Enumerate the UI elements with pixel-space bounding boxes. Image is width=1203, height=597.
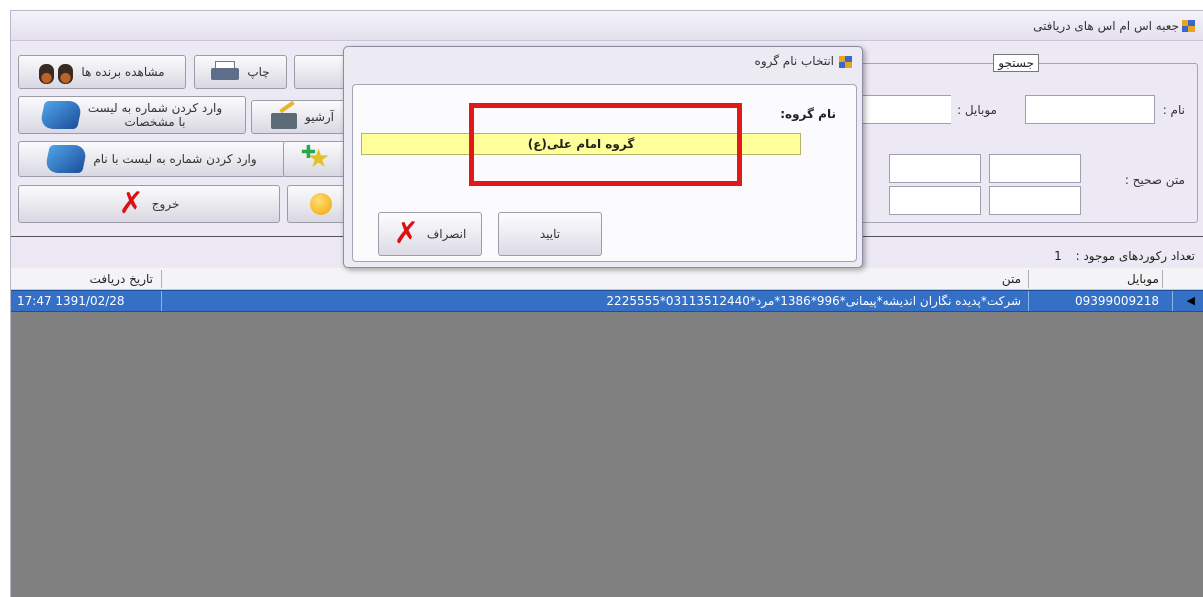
close-icon: ✗: [393, 216, 419, 251]
table-row[interactable]: ◀ 09399009218 شرکت*پدیده نگاران اندیشه*پ…: [11, 290, 1203, 312]
correct-text-input-1[interactable]: [989, 154, 1081, 183]
messages-grid: موبایل متن تاریخ دریافت ◀ 09399009218 شر…: [11, 268, 1203, 597]
record-count-label: تعداد رکوردهای موجود :: [1075, 249, 1195, 263]
dialog-title: انتخاب نام گروه: [754, 54, 834, 68]
column-mobile[interactable]: موبایل: [1127, 272, 1159, 286]
exit-label: خروج: [151, 197, 180, 211]
highlight-box: [469, 103, 742, 186]
window-title: جعبه اس ام اس های دریافتی: [1033, 19, 1179, 33]
cancel-button[interactable]: انصراف ✗: [378, 212, 482, 256]
correct-text-input-2[interactable]: [889, 154, 981, 183]
print-button[interactable]: چاپ: [194, 55, 287, 89]
book-icon: [38, 101, 83, 129]
binoculars-icon: [39, 60, 74, 84]
confirm-button[interactable]: تایید: [498, 212, 602, 256]
printer-icon: [211, 61, 240, 83]
search-group: جستجو نام : موبایل : متن صحیح :: [855, 54, 1198, 223]
archive-button[interactable]: آرشیو: [251, 100, 354, 134]
app-icon: [1182, 20, 1195, 32]
row-selector-arrow: ◀: [1186, 294, 1195, 307]
archive-label: آرشیو: [305, 110, 335, 124]
add-star-icon: ★ ✚: [300, 142, 331, 174]
mobile-input[interactable]: [855, 95, 951, 124]
grid-header: موبایل متن تاریخ دریافت: [11, 268, 1203, 290]
add-numbers-with-name-label: وارد کردن شماره به لیست با نام: [93, 152, 257, 166]
column-date[interactable]: تاریخ دریافت: [90, 272, 153, 286]
view-winners-label: مشاهده برنده ها: [81, 65, 165, 79]
mobile-label: موبایل :: [957, 103, 997, 117]
print-label: چاپ: [247, 65, 270, 79]
cancel-label: انصراف: [426, 227, 467, 241]
search-legend: جستجو: [993, 54, 1039, 72]
cell-text: شرکت*پدیده نگاران اندیشه*پیمانی*996*1386…: [606, 294, 1021, 308]
view-winners-button[interactable]: مشاهده برنده ها: [18, 55, 186, 89]
add-numbers-with-details-label: وارد کردن شماره به لیست با مشخصات: [87, 101, 223, 129]
correct-text-input-4[interactable]: [889, 186, 981, 215]
confirm-label: تایید: [539, 227, 561, 241]
app-icon: [839, 56, 852, 68]
close-icon: ✗: [118, 186, 144, 221]
add-numbers-with-details-button[interactable]: وارد کردن شماره به لیست با مشخصات: [18, 96, 246, 134]
archive-icon: [271, 100, 297, 129]
cell-mobile: 09399009218: [1075, 294, 1159, 308]
column-text[interactable]: متن: [1002, 272, 1021, 286]
record-count-value: 1: [1054, 249, 1062, 263]
title-bar: جعبه اس ام اس های دریافتی: [11, 11, 1203, 41]
warning-icon: [309, 193, 332, 215]
group-name-label: نام گروه:: [780, 107, 836, 121]
exit-button[interactable]: خروج ✗: [18, 185, 280, 223]
add-numbers-with-name-button[interactable]: وارد کردن شماره به لیست با نام: [18, 141, 286, 177]
cell-date: 17:47 1391/02/28: [17, 294, 125, 308]
book-icon: [44, 145, 89, 173]
correct-text-label: متن صحیح :: [1124, 173, 1185, 187]
correct-text-input-3[interactable]: [989, 186, 1081, 215]
name-input[interactable]: [1025, 95, 1155, 124]
name-label: نام :: [1162, 103, 1185, 117]
record-count: تعداد رکوردهای موجود : 1: [1054, 249, 1195, 263]
